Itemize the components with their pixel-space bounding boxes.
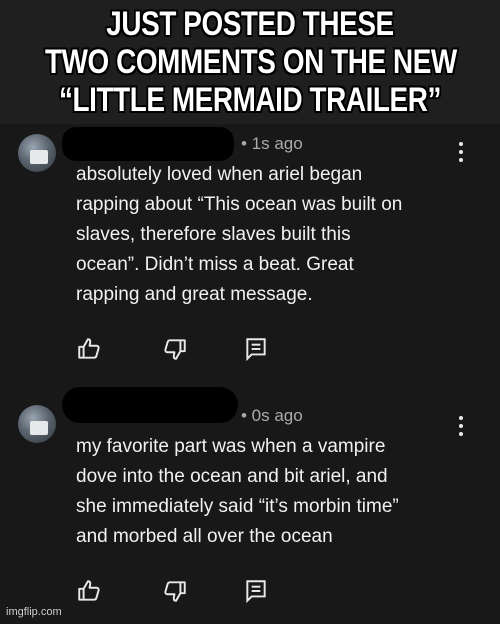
comment-actions [0,578,500,608]
caption-line-3: “LITTLE MERMAID TRAILER” [59,81,441,119]
avatar[interactable] [18,405,56,443]
comment-actions [0,336,500,366]
comment-text: my favorite part was when a vampire dove… [76,436,399,547]
redacted-username [62,127,234,161]
redacted-username [62,387,238,423]
comment-2: • 0s ago my favorite part was when a vam… [0,384,500,612]
comment-text: absolutely loved when ariel began rappin… [76,164,403,305]
watermark: imgflip.com [6,606,62,618]
comment-1: • 1s ago absolutely loved when ariel beg… [0,124,500,384]
caption-line-2: TWO COMMENTS ON THE NEW [45,43,457,81]
meme-caption: JUST POSTED THESE TWO COMMENTS ON THE NE… [0,0,500,124]
thumbs-down-icon[interactable] [162,336,188,362]
reply-icon[interactable] [243,578,269,604]
avatar[interactable] [18,134,56,172]
thumbs-up-icon[interactable] [76,336,102,362]
more-vert-icon[interactable] [459,142,463,162]
thumbs-up-icon[interactable] [76,578,102,604]
comment-timestamp: • 1s ago [241,134,303,153]
reply-icon[interactable] [243,336,269,362]
caption-line-1: JUST POSTED THESE [106,5,394,43]
thumbs-down-icon[interactable] [162,578,188,604]
comment-timestamp: • 0s ago [241,406,303,425]
